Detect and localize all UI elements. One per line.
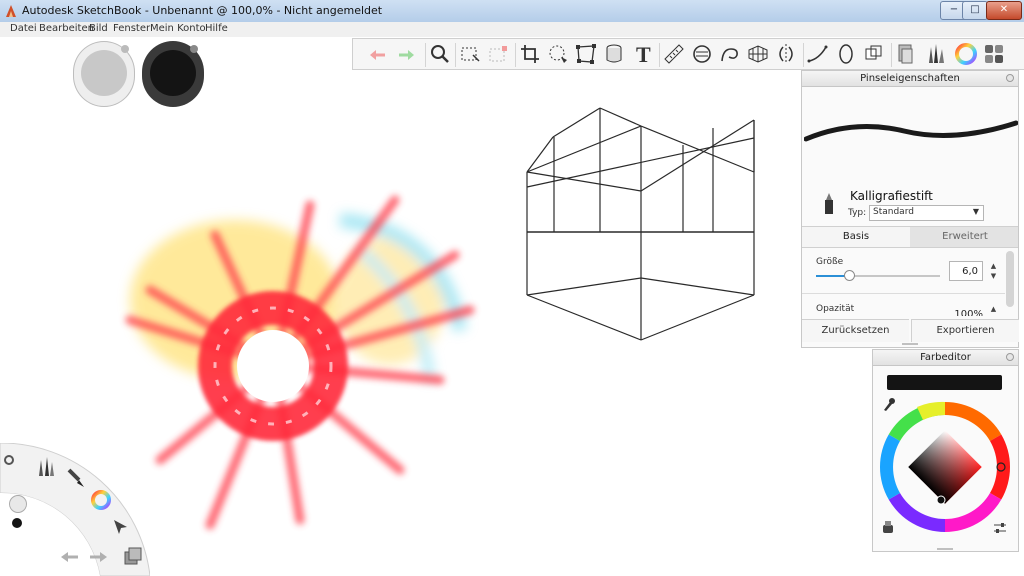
brush-icon[interactable]	[66, 467, 86, 489]
brush-name: Kalligrafiestift	[850, 189, 933, 203]
sliders-icon[interactable]	[993, 522, 1007, 534]
tab-basis[interactable]: Basis	[802, 227, 910, 247]
text-icon[interactable]: T	[631, 41, 657, 67]
swatches-icon[interactable]	[981, 41, 1007, 67]
box-sketch	[526, 107, 755, 341]
size-stepper[interactable]: ▲ ▼	[988, 261, 999, 281]
panel-close-dot[interactable]	[1006, 74, 1014, 82]
secondary-color-puck[interactable]	[142, 41, 204, 107]
panel-grip	[902, 343, 918, 345]
primary-color-puck[interactable]	[73, 41, 135, 107]
symmetry-icon[interactable]	[773, 41, 799, 67]
select-icon[interactable]	[457, 41, 483, 67]
calligraphy-pen-icon	[825, 193, 833, 214]
color-wheel[interactable]	[879, 400, 1013, 536]
app-icon	[6, 5, 16, 17]
brush-properties-panel: Pinseleigenschaften Kalligrafiestift Typ…	[801, 70, 1019, 348]
panel-close-dot[interactable]	[1006, 353, 1014, 361]
lasso-transform-icon[interactable]	[545, 41, 571, 67]
puck-handle-dot	[190, 45, 198, 53]
ellipse-guide-icon[interactable]	[689, 41, 715, 67]
tab-erweitert[interactable]: Erweitert	[912, 227, 1018, 247]
size-input[interactable]: 6,0	[949, 261, 983, 281]
size-label: Größe	[816, 257, 844, 267]
distort-icon[interactable]	[573, 41, 599, 67]
type-select[interactable]: Standard ▼	[869, 205, 984, 221]
opacity-stepper[interactable]: ▲	[988, 305, 999, 315]
brush-library-icon[interactable]	[36, 455, 56, 477]
perspective-grid-icon[interactable]	[745, 41, 771, 67]
french-curve-icon[interactable]	[717, 41, 743, 67]
panel-scrollbar[interactable]	[1006, 251, 1014, 307]
copic-icon[interactable]	[893, 41, 919, 67]
brush-library-icon[interactable]	[923, 41, 949, 67]
export-button[interactable]: Exportieren	[911, 319, 1019, 342]
color-editor-title: Farbeditor	[873, 350, 1018, 366]
menu-fenster[interactable]: Fenster	[113, 23, 150, 34]
main-toolbar: T	[352, 38, 1024, 70]
chevron-down-icon: ▼	[972, 207, 979, 216]
primary-color-swatch	[81, 50, 127, 96]
undo-icon[interactable]	[365, 41, 391, 67]
shape-icon[interactable]	[833, 41, 859, 67]
layers-icon[interactable]	[861, 41, 887, 67]
menu-bearbeiten[interactable]: Bearbeiten	[39, 23, 94, 34]
menu-hilfe[interactable]: Hilfe	[205, 23, 228, 34]
panel-grip	[937, 548, 953, 550]
color-palette-icon[interactable]	[881, 520, 895, 534]
menu-mein-konto[interactable]: Mein Konto	[150, 23, 206, 34]
menu-bar: Datei Bearbeiten Bild Fenster Mein Konto…	[0, 22, 1024, 38]
brush-stroke-preview	[804, 120, 1018, 142]
close-button[interactable]: ✕	[986, 1, 1022, 20]
secondary-color-swatch	[150, 50, 196, 96]
opacity-label: Opazität	[816, 304, 855, 314]
menu-datei[interactable]: Datei	[10, 23, 37, 34]
color-wheel-icon[interactable]	[90, 489, 112, 511]
maximize-button[interactable]: □	[962, 1, 988, 20]
select-extra-icon[interactable]	[485, 41, 511, 67]
stroke-icon[interactable]	[805, 41, 831, 67]
select-arrow-icon[interactable]	[110, 517, 130, 537]
zoom-icon[interactable]	[427, 41, 453, 67]
reset-button[interactable]: Zurücksetzen	[802, 319, 909, 342]
puck-handle-dot	[121, 45, 129, 53]
undo-icon[interactable]	[58, 547, 82, 565]
menu-bild[interactable]: Bild	[89, 23, 108, 34]
color-dot	[12, 518, 22, 528]
opacity-input[interactable]: 100%	[949, 306, 983, 316]
brush-panel-title: Pinseleigenschaften	[802, 71, 1018, 87]
cylinder-icon[interactable]	[601, 41, 627, 67]
tab-bar: Basis Erweitert	[802, 226, 1018, 248]
title-bar: Autodesk SketchBook - Unbenannt @ 100,0%…	[0, 0, 1024, 23]
crop-icon[interactable]	[517, 41, 543, 67]
type-label: Typ:	[848, 208, 867, 218]
color-wheel-icon[interactable]	[953, 41, 979, 67]
type-value: Standard	[873, 207, 914, 217]
divider	[802, 293, 1005, 294]
redo-icon[interactable]	[393, 41, 419, 67]
layers-icon[interactable]	[122, 545, 144, 567]
lock-icon[interactable]	[9, 495, 27, 513]
size-slider[interactable]	[816, 270, 940, 281]
settings-icon[interactable]	[2, 453, 16, 467]
size-slider-thumb[interactable]	[844, 270, 855, 281]
lagoon-menu	[0, 443, 150, 576]
svg-text:T: T	[636, 42, 651, 67]
window-title: Autodesk SketchBook - Unbenannt @ 100,0%…	[22, 4, 383, 17]
redo-icon[interactable]	[86, 547, 110, 565]
color-editor-panel: Farbeditor	[872, 349, 1019, 552]
ruler-icon[interactable]	[661, 41, 687, 67]
current-color-bar	[887, 375, 1002, 390]
